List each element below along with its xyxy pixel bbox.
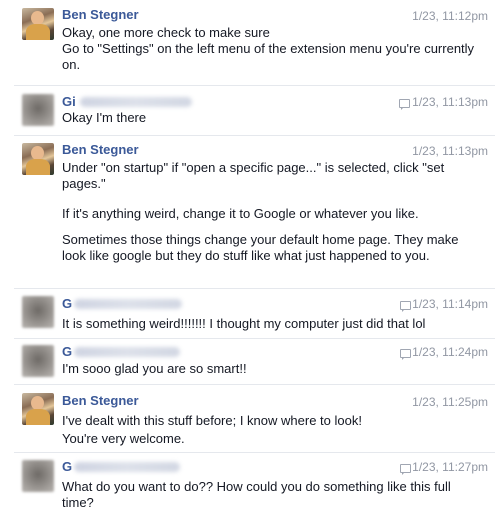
divider: [14, 452, 495, 453]
avatar[interactable]: [22, 94, 54, 126]
message-text: It is something weird!!!!!!! I thought m…: [62, 316, 482, 332]
message-text: Under "on startup" if "open a specific p…: [62, 160, 482, 264]
divider: [14, 135, 495, 136]
redacted-name: [74, 299, 182, 309]
message-paragraph: Okay, one more check to make sure Go to …: [62, 25, 475, 72]
redacted-name: [80, 97, 192, 107]
timestamp: 1/23, 11:12pm: [412, 9, 488, 23]
divider: [14, 384, 495, 385]
timestamp: 1/23, 11:24pm: [412, 345, 488, 359]
redacted-name: [74, 347, 180, 357]
message-paragraph: I'm sooo glad you are so smart!!: [62, 361, 247, 376]
sender-name[interactable]: G: [62, 344, 72, 359]
sender-name[interactable]: Ben Stegner: [62, 7, 139, 22]
timestamp: 1/23, 11:25pm: [412, 395, 488, 409]
timestamp: 1/23, 11:27pm: [412, 460, 488, 474]
message-paragraph: If it's anything weird, change it to Goo…: [62, 206, 419, 221]
avatar[interactable]: [22, 8, 54, 40]
redacted-name: [74, 462, 180, 472]
sender-name[interactable]: Gi: [62, 94, 76, 109]
avatar[interactable]: [22, 345, 54, 377]
divider: [14, 338, 495, 339]
message-text: Okay, one more check to make sure Go to …: [62, 25, 482, 73]
message-text: What do you want to do?? How could you d…: [62, 479, 452, 511]
timestamp: 1/23, 11:14pm: [412, 297, 488, 311]
chat-bubble-icon: [400, 349, 411, 360]
message-paragraph: It is something weird!!!!!!! I thought m…: [62, 316, 426, 331]
timestamp: 1/23, 11:13pm: [412, 144, 488, 158]
message-text: I've dealt with this stuff before; I kno…: [62, 412, 482, 448]
message-paragraph: What do you want to do?? How could you d…: [62, 479, 451, 510]
timestamp: 1/23, 11:13pm: [412, 95, 488, 109]
message-paragraph: Okay I'm there: [62, 110, 147, 125]
message-paragraph: I've dealt with this stuff before; I kno…: [62, 413, 362, 446]
avatar[interactable]: [22, 296, 54, 328]
message-paragraph: Under "on startup" if "open a specific p…: [62, 160, 445, 191]
divider: [14, 288, 495, 289]
divider: [14, 85, 495, 86]
chat-bubble-icon: [400, 301, 411, 312]
message-text: I'm sooo glad you are so smart!!: [62, 361, 482, 377]
sender-name[interactable]: G: [62, 459, 72, 474]
avatar[interactable]: [22, 143, 54, 175]
sender-name[interactable]: Ben Stegner: [62, 142, 139, 157]
chat-bubble-icon: [399, 99, 410, 110]
avatar[interactable]: [22, 393, 54, 425]
avatar[interactable]: [22, 460, 54, 492]
sender-name[interactable]: Ben Stegner: [62, 393, 139, 408]
message-paragraph: Sometimes those things change your defau…: [62, 232, 459, 263]
chat-bubble-icon: [400, 464, 411, 475]
message-text: Okay I'm there: [62, 110, 482, 126]
sender-name[interactable]: G: [62, 296, 72, 311]
